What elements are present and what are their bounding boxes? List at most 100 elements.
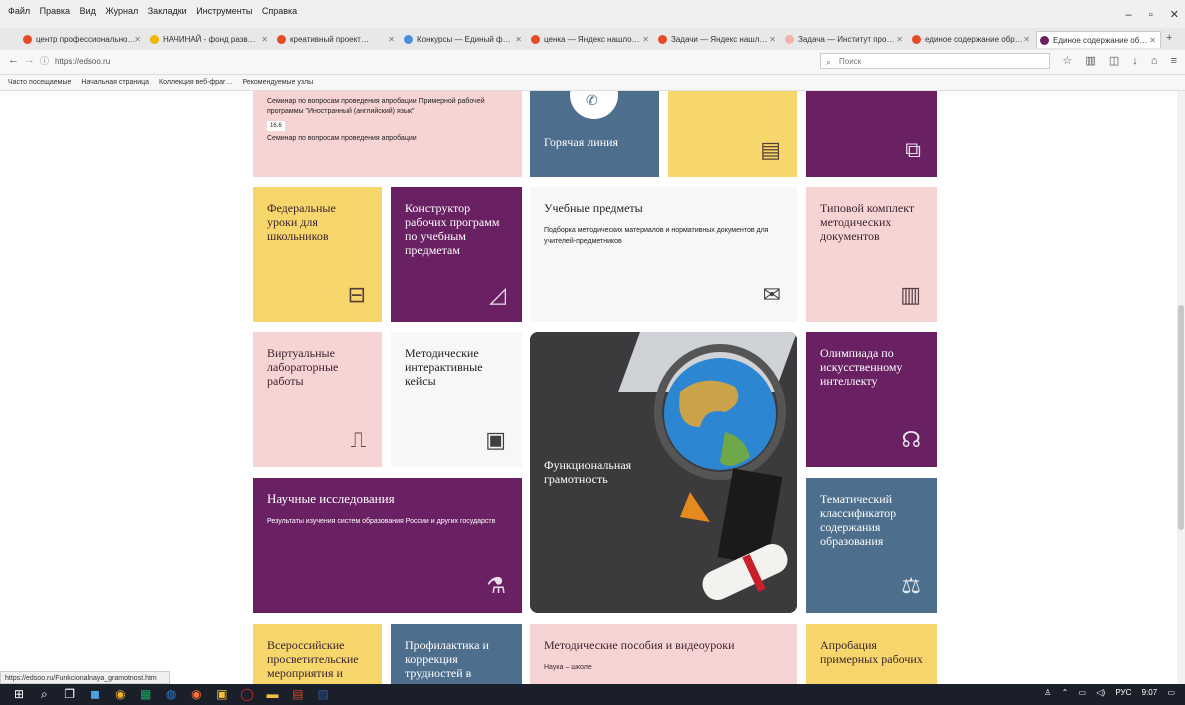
tile-title: Функциональная грамотность — [544, 458, 632, 486]
hotline-title: Горячая линия — [544, 135, 619, 149]
user-icon[interactable]: ♙ — [1044, 688, 1051, 697]
network-icon[interactable]: ▭ — [1079, 688, 1087, 697]
tab-close-icon[interactable]: ✕ — [1149, 32, 1156, 48]
bookmarks-bar: Часто посещаемые Начальная страница Колл… — [0, 75, 1185, 91]
favicon-icon — [23, 35, 32, 44]
browser-menubar: Файл Правка Вид Журнал Закладки Инструме… — [0, 0, 1185, 28]
menu-help[interactable]: Справка — [262, 6, 297, 16]
chevron-up-icon[interactable]: ⌃ — [1062, 688, 1069, 697]
books-icon: ▥ — [900, 282, 921, 307]
bookmark-item[interactable]: Часто посещаемые — [8, 79, 71, 86]
app-icon[interactable]: ◍ — [160, 687, 182, 701]
excel-icon[interactable]: ▦ — [135, 687, 157, 701]
tab-1[interactable]: НАЧИНАЙ - фонд разв… ✕ — [147, 31, 272, 48]
chrome-icon[interactable]: ◉ — [109, 687, 131, 701]
task-view-icon[interactable]: ❐ — [59, 687, 81, 701]
tab-close-icon[interactable]: ✕ — [134, 31, 141, 48]
download-icon[interactable]: ↓ — [1132, 55, 1138, 67]
hamburger-menu-icon[interactable]: ≡ — [1171, 55, 1177, 67]
yellow-tile-top[interactable]: ▤ — [668, 91, 797, 177]
info-icon[interactable]: ⓘ — [40, 54, 49, 67]
new-tab-icon[interactable]: + — [1166, 32, 1172, 44]
research-tile[interactable]: Научные исследования Результаты изучения… — [253, 478, 522, 613]
backpack-icon: ⊟ — [347, 282, 366, 307]
page-content: Семинар по вопросам проведения апробации… — [0, 91, 1185, 684]
tab-5[interactable]: Задачи — Яндекс нашл… ✕ — [655, 31, 780, 48]
scrollbar-thumb[interactable] — [1178, 305, 1184, 530]
menu-bookmarks[interactable]: Закладки — [148, 6, 187, 16]
store-icon[interactable]: ◼ — [84, 687, 106, 701]
plum-tile-top[interactable]: ⧉ — [806, 91, 937, 177]
presentation-icon: ⎍ — [350, 427, 366, 452]
prevention-tile[interactable]: Профилактика и коррекция трудностей в — [391, 624, 522, 684]
url-field[interactable]: https://edsoo.ru — [55, 54, 815, 69]
functional-literacy-tile[interactable]: Функциональная грамотность — [530, 332, 797, 613]
tab-close-icon[interactable]: ✕ — [388, 31, 395, 48]
tab-close-icon[interactable]: ✕ — [1023, 31, 1030, 48]
tab-3[interactable]: Конкурсы — Единый ф… ✕ — [401, 31, 526, 48]
bookmark-item[interactable]: Начальная страница — [81, 79, 149, 86]
search-icon[interactable]: ⌕ — [33, 687, 55, 702]
minimize-icon[interactable]: – — [1126, 9, 1132, 21]
tab-bar: центр профессионально… ✕ НАЧИНАЙ - фонд р… — [0, 28, 1185, 51]
tab-7[interactable]: единое содержание обр… ✕ — [909, 31, 1034, 48]
classifier-tile[interactable]: Тематический классификатор содержания об… — [806, 478, 937, 613]
tab-close-icon[interactable]: ✕ — [642, 31, 649, 48]
search-input[interactable]: ⌕ Поиск — [820, 53, 1050, 69]
news-tile[interactable]: Семинар по вопросам проведения апробации… — [253, 91, 522, 177]
hotline-tile[interactable]: ✆ Горячая линия — [530, 91, 659, 177]
volume-icon[interactable]: ◁) — [1096, 688, 1105, 697]
language-indicator[interactable]: РУС — [1115, 688, 1131, 697]
firefox-icon[interactable]: ◉ — [185, 687, 207, 701]
menu-view[interactable]: Вид — [80, 6, 96, 16]
favicon-icon — [150, 35, 159, 44]
all-russian-tile[interactable]: Всероссийские просветительские мероприят… — [253, 624, 382, 684]
tab-0[interactable]: центр профессионально… ✕ — [20, 31, 145, 48]
approbation-tile[interactable]: Апробация примерных рабочих — [806, 624, 937, 684]
home-icon[interactable]: ⌂ — [1151, 55, 1158, 67]
tab-4[interactable]: ценка — Яндекс нашло… ✕ — [528, 31, 653, 48]
menu-history[interactable]: Журнал — [105, 6, 138, 16]
method-manuals-tile[interactable]: Методические пособия и видеоуроки Наука … — [530, 624, 797, 684]
olympiad-ai-tile[interactable]: Олимпиада по искусственному интеллекту ☊ — [806, 332, 937, 467]
tile-title: Методические пособия и видеоуроки — [544, 638, 735, 652]
tab-2[interactable]: креативный проект… ✕ — [274, 31, 399, 48]
close-icon[interactable]: ✕ — [1170, 9, 1179, 21]
bookmark-item[interactable]: Рекомендуемые узлы — [242, 79, 313, 86]
tab-active[interactable]: Единое содержание об… ✕ — [1036, 31, 1161, 48]
model-kit-tile[interactable]: Типовой комплект методических документов… — [806, 187, 937, 322]
library-icon[interactable]: ▥ — [1085, 55, 1095, 67]
window-controls: – ▫ ✕ — [1112, 8, 1179, 21]
news-item[interactable]: Семинар по вопросам проведения апробации… — [267, 97, 508, 144]
pocket-icon[interactable]: ◫ — [1109, 55, 1119, 67]
tile-description: Результаты изучения систем образования Р… — [267, 518, 496, 525]
menu-tools[interactable]: Инструменты — [196, 6, 252, 16]
tab-6[interactable]: Задача — Институт про… ✕ — [782, 31, 907, 48]
forward-icon[interactable]: → — [24, 54, 35, 66]
back-icon[interactable]: ← — [8, 54, 19, 66]
clock[interactable]: 9:07 — [1142, 688, 1158, 697]
tab-close-icon[interactable]: ✕ — [261, 31, 268, 48]
tile-title: Олимпиада по искусственному интеллекту — [820, 346, 903, 388]
start-icon[interactable]: ⊞ — [8, 687, 30, 701]
menu-edit[interactable]: Правка — [40, 6, 70, 16]
tab-close-icon[interactable]: ✕ — [769, 31, 776, 48]
opera-icon[interactable]: ◯ — [236, 687, 258, 701]
star-icon[interactable]: ☆ — [1062, 55, 1072, 67]
tab-close-icon[interactable]: ✕ — [896, 31, 903, 48]
subjects-tile[interactable]: Учебные предметы Подборка методических м… — [530, 187, 797, 322]
search-icon: ⌕ — [826, 57, 832, 67]
constructor-tile[interactable]: Конструктор рабочих программ по учебным … — [391, 187, 522, 322]
menu-file[interactable]: Файл — [8, 6, 30, 16]
federal-lessons-tile[interactable]: Федеральные уроки для школьников ⊟ — [253, 187, 382, 322]
word-icon[interactable]: ▧ — [312, 687, 334, 701]
photos-icon[interactable]: ▣ — [211, 687, 233, 701]
explorer-icon[interactable]: ▬ — [261, 687, 283, 701]
virtual-labs-tile[interactable]: Виртуальные лабораторные работы ⎍ — [253, 332, 382, 467]
maximize-icon[interactable]: ▫ — [1149, 9, 1153, 21]
notifications-icon[interactable]: ▭ — [1167, 688, 1175, 697]
tab-close-icon[interactable]: ✕ — [515, 31, 522, 48]
bookmark-item[interactable]: Коллекция веб-фраг… — [159, 79, 233, 86]
powerpoint-icon[interactable]: ▤ — [287, 687, 309, 701]
method-cases-tile[interactable]: Методические интерактивные кейсы ▣ — [391, 332, 522, 467]
